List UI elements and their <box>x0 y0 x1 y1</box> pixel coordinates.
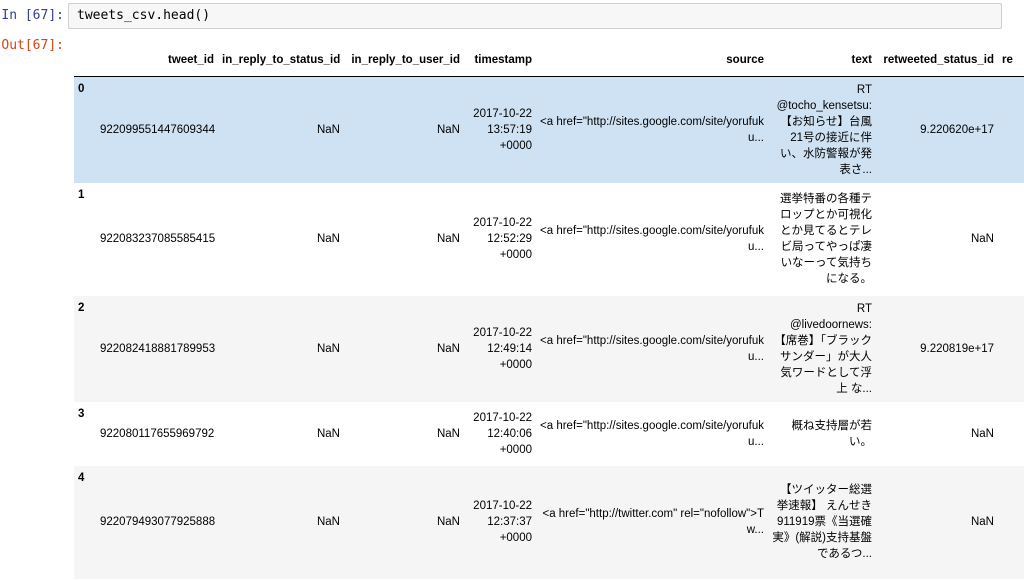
cell-retweeted-status-id: 9.220819e+17 <box>920 342 994 355</box>
input-prompt: In [67]: <box>1 8 64 23</box>
cell-truncated <box>998 296 1024 402</box>
cell-in-reply-to-status-id: NaN <box>316 233 340 245</box>
column-header-in-reply-to-user-id: in_reply_to_user_id <box>344 44 464 77</box>
row-index: 2 <box>78 301 85 314</box>
cell-source: <a href="http://twitter.com" rel="nofoll… <box>542 508 764 536</box>
column-header-truncated: re <box>998 44 1024 77</box>
row-index: 1 <box>78 188 85 201</box>
cell-in-reply-to-user-id: NaN <box>436 342 460 355</box>
cell-text: 選挙特番の各種テロップとか可視化とか見てるとテレビ局ってやっぱ凄いなーって気持ち… <box>780 193 872 285</box>
row-index: 0 <box>78 83 85 95</box>
cell-in-reply-to-user-id: NaN <box>436 233 460 245</box>
cell-timestamp: 2017-10-22 12:40:06 +0000 <box>473 411 532 456</box>
cell-truncated <box>998 466 1024 579</box>
cell-truncated <box>998 183 1024 296</box>
table-row: 0 922099551447609344 NaN NaN 2017-10-22 … <box>74 76 1024 183</box>
cell-timestamp: 2017-10-22 12:52:29 +0000 <box>473 217 532 261</box>
cell-retweeted-status-id: NaN <box>970 427 994 440</box>
cell-timestamp: 2017-10-22 12:37:37 +0000 <box>473 500 532 544</box>
row-index: 3 <box>78 407 85 420</box>
cell-timestamp: 2017-10-22 13:57:19 +0000 <box>473 107 532 152</box>
cell-in-reply-to-status-id: NaN <box>316 123 340 136</box>
cell-source: <a href="http://sites.google.com/site/yo… <box>540 334 764 363</box>
cell-tweet-id: 922080117655969792 <box>100 427 215 440</box>
cell-in-reply-to-status-id: NaN <box>316 516 340 528</box>
table-row: 3 922080117655969792 NaN NaN 2017-10-22 … <box>74 401 1024 466</box>
column-header-in-reply-to-status-id: in_reply_to_status_id <box>218 44 344 77</box>
cell-retweeted-status-id: NaN <box>970 233 994 245</box>
cell-truncated <box>998 402 1024 466</box>
cell-in-reply-to-status-id: NaN <box>316 342 340 355</box>
table-row: 1 922083237085585415 NaN NaN 2017-10-22 … <box>74 182 1024 296</box>
dataframe-table: tweet_id in_reply_to_status_id in_reply_… <box>74 44 1024 579</box>
cell-timestamp: 2017-10-22 12:49:14 +0000 <box>473 326 532 371</box>
cell-text: 【ツイッター総選挙速報】 えんせき 911919票《当選確実》(解説)支持基盤で… <box>772 484 872 560</box>
output-prompt: Out[67]: <box>1 38 64 53</box>
output-area: tweet_id in_reply_to_status_id in_reply_… <box>74 44 1024 581</box>
cell-tweet-id: 922082418881789953 <box>100 342 216 355</box>
cell-in-reply-to-user-id: NaN <box>436 516 460 528</box>
cell-tweet-id: 922079493077925888 <box>100 516 216 528</box>
cell-in-reply-to-user-id: NaN <box>436 427 460 440</box>
column-header-timestamp: timestamp <box>464 44 536 77</box>
cell-text: RT @livedoornews: 【席巻】「ブラックサンダー」が大人気ワードと… <box>774 302 872 395</box>
cell-text: RT @tocho_kensetsu: 【お知らせ】台風21号の接近に伴い、水防… <box>776 83 872 176</box>
cell-source: <a href="http://sites.google.com/site/yo… <box>540 225 764 253</box>
column-header-index <box>74 44 96 77</box>
cell-in-reply-to-status-id: NaN <box>316 427 340 440</box>
row-index: 4 <box>78 471 85 484</box>
code-input-cell[interactable]: tweets_csv.head() <box>68 3 1002 29</box>
cell-source: <a href="http://sites.google.com/site/yo… <box>540 419 764 448</box>
column-header-tweet-id: tweet_id <box>96 44 218 77</box>
table-header-row: tweet_id in_reply_to_status_id in_reply_… <box>74 44 1024 77</box>
cell-text: 概ね支持層が若い。 <box>791 419 873 448</box>
cell-retweeted-status-id: NaN <box>970 516 994 528</box>
cell-truncated <box>998 77 1024 183</box>
column-header-text: text <box>768 44 876 77</box>
column-header-retweeted-status-id: retweeted_status_id <box>876 44 998 77</box>
cell-retweeted-status-id: 9.220620e+17 <box>920 123 994 136</box>
cell-tweet-id: 922083237085585415 <box>100 233 216 245</box>
table-row: 4 922079493077925888 NaN NaN 2017-10-22 … <box>74 465 1024 579</box>
cell-source: <a href="http://sites.google.com/site/yo… <box>540 115 764 144</box>
cell-in-reply-to-user-id: NaN <box>436 123 460 136</box>
column-header-source: source <box>536 44 768 77</box>
cell-tweet-id: 922099551447609344 <box>100 123 216 136</box>
table-row: 2 922082418881789953 NaN NaN 2017-10-22 … <box>74 295 1024 402</box>
